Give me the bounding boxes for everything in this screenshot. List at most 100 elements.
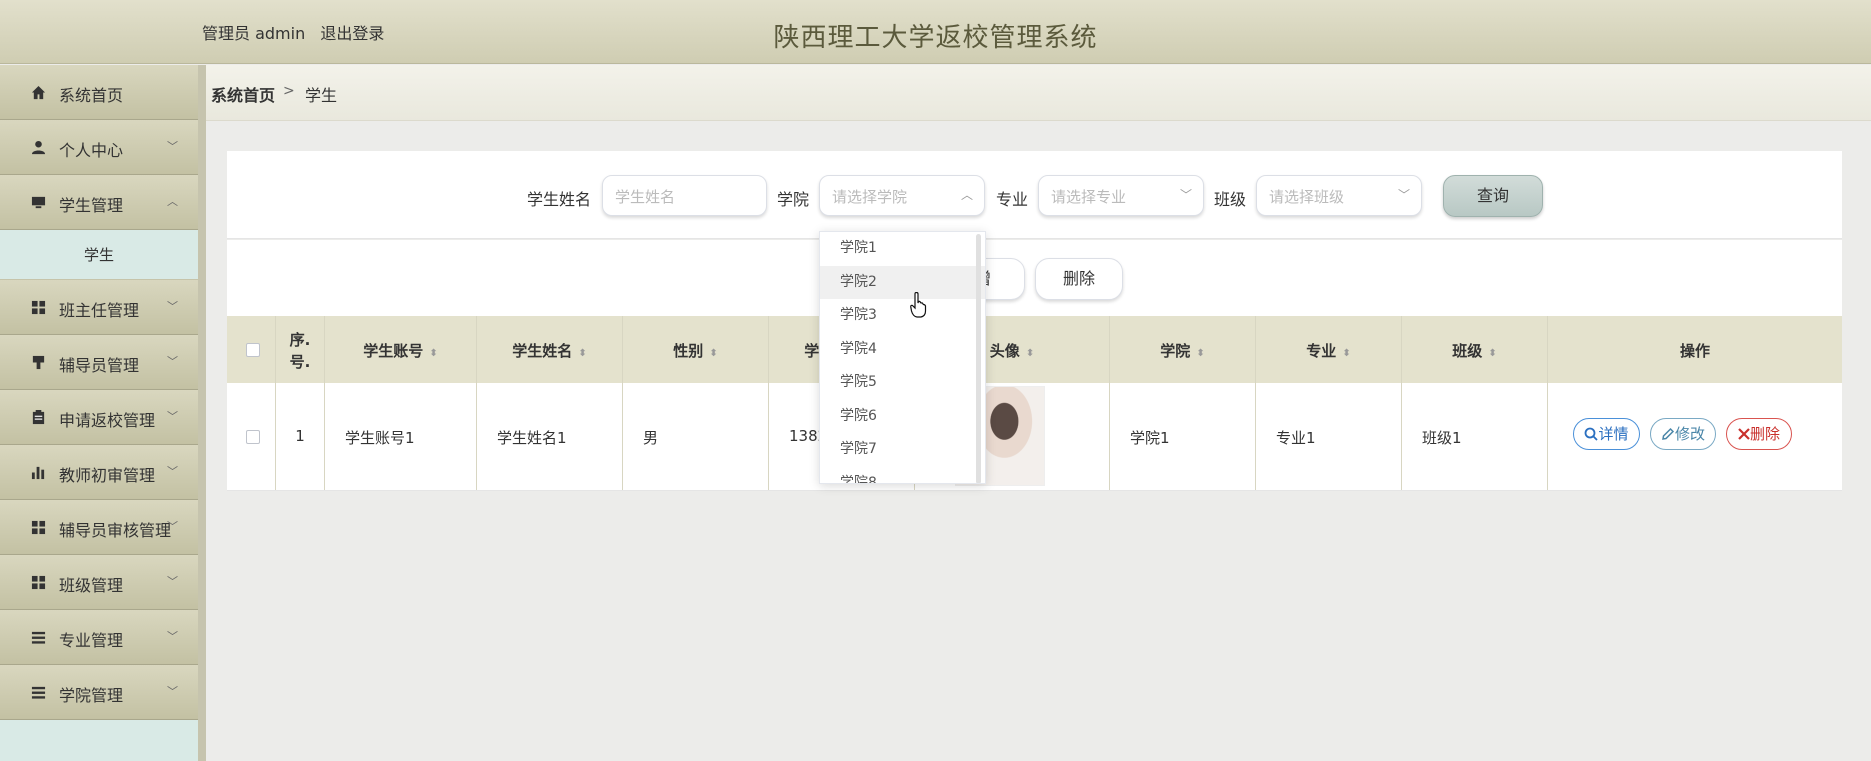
search-icon [1585, 427, 1599, 441]
sidebar-item-label: 学院管理 [59, 686, 124, 705]
breadcrumb-separator: > [283, 83, 295, 99]
th-index: 序.号. [289, 331, 311, 371]
query-button[interactable]: 查询 [1443, 175, 1543, 217]
th-name[interactable]: 学生姓名 ⬍ [477, 340, 622, 361]
hand-cursor-icon [910, 292, 927, 318]
sidebar-item-label: 教师初审管理 [59, 466, 156, 485]
detail-button[interactable]: 详情 [1573, 418, 1640, 450]
table-header: 序.号. 学生账号⬍ 学生姓名⬍ 性别⬍ 学生手机⬍ 头像⬍ 学院⬍ 专业⬍ 班… [227, 316, 1842, 383]
grid-icon [31, 575, 46, 590]
chevron-down-icon: ﹀ [1397, 188, 1410, 202]
sidebar-item-home[interactable]: 系统首页 [0, 65, 198, 120]
breadcrumb: 系统首页 > 学生 [206, 65, 1871, 121]
th-account[interactable]: 学生账号 ⬍ [325, 340, 476, 361]
sidebar-item-personal-center[interactable]: 个人中心 ﹀ [0, 120, 198, 175]
monitor-icon [31, 196, 46, 209]
breadcrumb-home[interactable]: 系统首页 [211, 82, 275, 106]
cell-major: 专业1 [1276, 429, 1316, 447]
chevron-down-icon: ﹀ [167, 465, 178, 478]
student-name-input[interactable]: 学生姓名 [602, 175, 767, 216]
sidebar-item-major-management[interactable]: 专业管理 ﹀ [0, 610, 198, 665]
class-placeholder: 请选择班级 [1269, 188, 1345, 206]
search-panel: 学生姓名 学生姓名 学院 请选择学院 ︿ 专业 请选择专业 ﹀ 班级 请选择班级… [227, 151, 1842, 239]
sort-icon: ⬍ [1196, 348, 1205, 359]
row-delete-button[interactable]: 删除 [1726, 418, 1792, 450]
th-major[interactable]: 专业 ⬍ [1256, 340, 1401, 361]
sidebar-item-label: 辅导员管理 [59, 356, 140, 375]
sidebar-item-teacher-review[interactable]: 教师初审管理 ﹀ [0, 445, 198, 500]
list-icon [31, 631, 46, 644]
sidebar-item-label: 系统首页 [59, 86, 124, 105]
dropdown-option[interactable]: 学院2 [820, 265, 985, 299]
sort-icon: ⬍ [709, 348, 718, 359]
college-select[interactable]: 请选择学院 ︿ [819, 175, 985, 216]
th-gender[interactable]: 性别 ⬍ [623, 340, 768, 361]
chevron-down-icon: ﹀ [167, 140, 178, 153]
sidebar: 系统首页 个人中心 ﹀ 学生管理 ︿ 学生 班主任管理 ﹀ 辅导员管理 ﹀ 申请… [0, 65, 198, 761]
sidebar-item-label: 申请返校管理 [59, 411, 156, 430]
major-select[interactable]: 请选择专业 ﹀ [1038, 175, 1204, 216]
dropdown-option[interactable]: 学院1 [820, 232, 985, 266]
cell-name: 学生姓名1 [497, 429, 567, 447]
chevron-down-icon: ﹀ [167, 410, 178, 423]
action-panel: 新增 删除 [227, 240, 1842, 316]
dropdown-option[interactable]: 学院7 [820, 433, 985, 467]
chevron-up-icon: ︿ [960, 188, 973, 202]
dropdown-option[interactable]: 学院3 [820, 299, 985, 333]
stamp-icon [32, 355, 45, 370]
chevron-up-icon: ︿ [167, 195, 178, 208]
chevron-down-icon: ﹀ [167, 575, 178, 588]
major-label: 专业 [996, 190, 1029, 209]
system-title: 陕西理工大学返校管理系统 [773, 23, 1098, 53]
grid-icon [31, 300, 46, 315]
cell-account: 学生账号1 [345, 429, 415, 447]
th-operations: 操作 [1679, 342, 1710, 360]
select-all-checkbox[interactable] [246, 343, 260, 357]
student-name-label: 学生姓名 [527, 190, 592, 209]
chevron-down-icon: ﹀ [167, 520, 178, 533]
sidebar-item-label: 班级管理 [59, 576, 124, 595]
sidebar-item-counselor[interactable]: 辅导员管理 ﹀ [0, 335, 198, 390]
row-checkbox[interactable] [246, 430, 260, 444]
major-placeholder: 请选择专业 [1051, 188, 1127, 206]
sidebar-item-college-management[interactable]: 学院管理 ﹀ [0, 665, 198, 720]
college-label: 学院 [777, 190, 810, 209]
sidebar-item-class-management[interactable]: 班级管理 ﹀ [0, 555, 198, 610]
chevron-down-icon: ﹀ [167, 630, 178, 643]
clipboard-icon [32, 410, 45, 425]
student-name-placeholder: 学生姓名 [615, 188, 676, 206]
delete-button[interactable]: 删除 [1035, 258, 1123, 300]
sort-icon: ⬍ [429, 348, 438, 359]
sidebar-item-head-teacher[interactable]: 班主任管理 ﹀ [0, 280, 198, 335]
cell-index: 1 [295, 427, 305, 445]
chevron-down-icon: ﹀ [167, 685, 178, 698]
sidebar-subitem-student[interactable]: 学生 [0, 230, 198, 280]
dropdown-option[interactable]: 学院8 [820, 467, 985, 484]
th-class[interactable]: 班级 ⬍ [1402, 340, 1547, 361]
table-row: 1 学生账号1 学生姓名1 男 13823888881 学院1 专业1 班级1 … [227, 383, 1842, 491]
cell-college: 学院1 [1130, 429, 1170, 447]
dropdown-scrollbar[interactable] [976, 234, 981, 483]
class-select[interactable]: 请选择班级 ﹀ [1256, 175, 1422, 216]
sidebar-item-return-application[interactable]: 申请返校管理 ﹀ [0, 390, 198, 445]
sidebar-item-label: 辅导员审核管理 [59, 521, 172, 540]
sort-icon: ⬍ [1025, 348, 1035, 359]
th-college[interactable]: 学院 ⬍ [1110, 340, 1255, 361]
top-header: 管理员 admin 退出登录 陕西理工大学返校管理系统 [0, 0, 1871, 64]
sidebar-item-label: 专业管理 [59, 631, 124, 650]
sort-icon: ⬍ [578, 348, 587, 359]
grid-icon [31, 520, 46, 535]
bar-chart-icon [31, 466, 45, 480]
class-label: 班级 [1214, 190, 1247, 209]
list-icon [31, 686, 46, 699]
sidebar-item-label: 班主任管理 [59, 301, 140, 320]
breadcrumb-current: 学生 [305, 86, 338, 105]
dropdown-option[interactable]: 学院6 [820, 400, 985, 434]
dropdown-option[interactable]: 学院4 [820, 333, 985, 367]
sidebar-item-student-management[interactable]: 学生管理 ︿ [0, 175, 198, 230]
dropdown-option[interactable]: 学院5 [820, 366, 985, 400]
college-dropdown: 学院1 学院2 学院3 学院4 学院5 学院6 学院7 学院8 [819, 231, 986, 484]
sidebar-item-counselor-audit[interactable]: 辅导员审核管理 ﹀ [0, 500, 198, 555]
edit-button[interactable]: 修改 [1650, 418, 1716, 450]
chevron-down-icon: ﹀ [1179, 188, 1192, 202]
